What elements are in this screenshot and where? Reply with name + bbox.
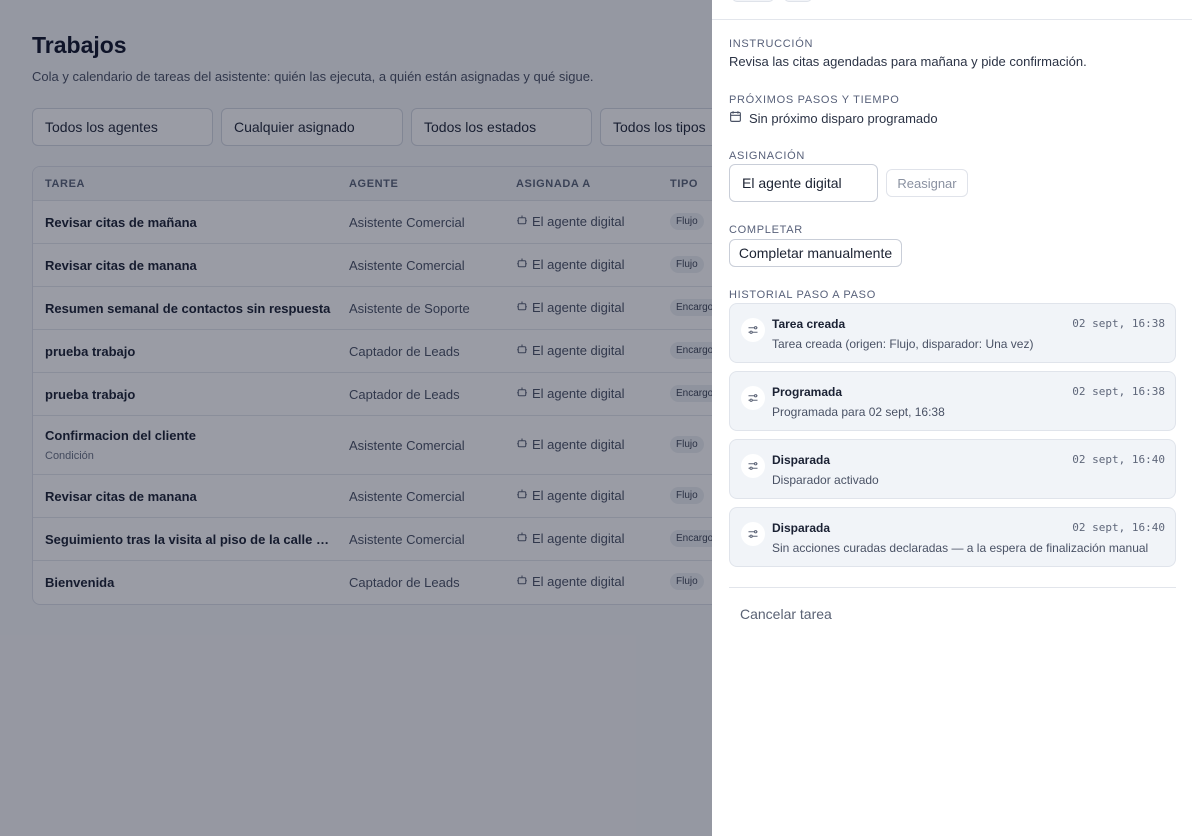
history-date: 02 sept, 16:40 xyxy=(1072,453,1165,466)
sliders-icon xyxy=(741,386,765,410)
history-date: 02 sept, 16:38 xyxy=(1072,317,1165,330)
history-description: Sin acciones curadas declaradas — a la e… xyxy=(772,541,1149,555)
sliders-icon xyxy=(741,318,765,342)
divider xyxy=(729,587,1176,588)
history-item: Disparada 02 sept, 16:40 Disparador activa… xyxy=(729,439,1176,499)
history-title: Disparada xyxy=(772,521,831,535)
next-steps-row: Sin próximo disparo programado xyxy=(729,110,938,126)
history-item: Disparada 02 sept, 16:40 Sin acciones cura… xyxy=(729,507,1176,567)
assignment-label: ASIGNACIÓN xyxy=(729,150,806,162)
history-item: Programada 02 sept, 16:38 Programada para … xyxy=(729,371,1176,431)
instruction-label: INSTRUCCIÓN xyxy=(729,38,814,50)
history-description: Tarea creada (origen: Flujo, disparador:… xyxy=(772,337,1034,351)
history-title: Tarea creada xyxy=(772,317,846,331)
history-description: Disparador activado xyxy=(772,473,879,487)
history-item: Tarea creada 02 sept, 16:38 Tarea creada (… xyxy=(729,303,1176,363)
history-description: Programada para 02 sept, 16:38 xyxy=(772,405,945,419)
assignee-select[interactable]: El agente digital xyxy=(729,164,878,202)
next-steps-label: PRÓXIMOS PASOS Y TIEMPO xyxy=(729,94,900,106)
history-title: Disparada xyxy=(772,453,831,467)
reassign-button[interactable]: Reasignar xyxy=(886,169,968,197)
cancel-task-button[interactable]: Cancelar tarea xyxy=(740,606,832,622)
calendar-icon xyxy=(729,110,742,126)
header-button[interactable] xyxy=(732,0,774,2)
history-title: Programada xyxy=(772,385,843,399)
sliders-icon xyxy=(741,454,765,478)
task-detail-drawer: INSTRUCCIÓN Revisa las citas agendadas p… xyxy=(712,0,1192,836)
next-steps-text: Sin próximo disparo programado xyxy=(749,110,938,126)
header-button[interactable] xyxy=(784,0,812,2)
instruction-text: Revisa las citas agendadas para mañana y… xyxy=(729,54,1087,69)
sliders-icon xyxy=(741,522,765,546)
complete-label: COMPLETAR xyxy=(729,224,803,236)
history-date: 02 sept, 16:38 xyxy=(1072,385,1165,398)
history-label: HISTORIAL PASO A PASO xyxy=(729,289,876,301)
history-date: 02 sept, 16:40 xyxy=(1072,521,1165,534)
drawer-header xyxy=(712,0,1192,20)
history-list: Tarea creada 02 sept, 16:38 Tarea creada (… xyxy=(729,303,1176,575)
complete-manually-button[interactable]: Completar manualmente xyxy=(729,239,902,267)
